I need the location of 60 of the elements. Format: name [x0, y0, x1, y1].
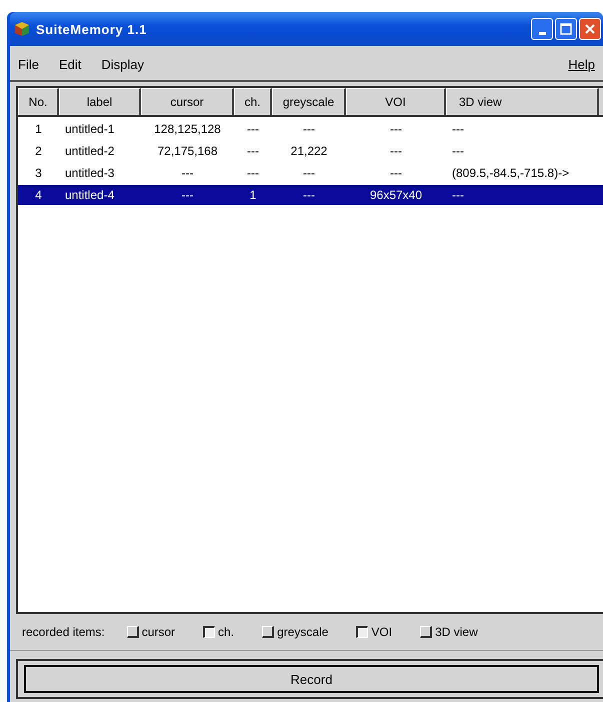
- recorded-items-label: recorded items:: [22, 625, 105, 639]
- maximize-icon: [560, 23, 572, 35]
- table-cell-text: ---: [302, 166, 316, 180]
- table-cell-text: ---: [389, 166, 403, 180]
- checkbox-option[interactable]: VOI: [356, 625, 392, 639]
- column-header[interactable]: ch.: [234, 88, 272, 115]
- table-cell-text: untitled-1: [64, 122, 116, 136]
- table-cell-text: untitled-2: [64, 144, 116, 158]
- column-header[interactable]: VOI: [346, 88, 446, 115]
- checkbox-option[interactable]: cursor: [126, 625, 176, 639]
- table-cell-text: untitled-3: [64, 166, 116, 180]
- table-cell-text: 2: [34, 144, 43, 158]
- menu-item[interactable]: Display: [101, 56, 144, 72]
- table-cell-text: ---: [246, 122, 260, 136]
- table-row[interactable]: 2 untitled-2 72,175,168 --- 21,222 --- ---: [18, 141, 603, 161]
- close-icon: [584, 23, 596, 35]
- table-cell-text: ---: [451, 122, 465, 136]
- menu-item[interactable]: Edit: [58, 56, 82, 72]
- checkbox-option[interactable]: ch.: [203, 625, 234, 639]
- window-title: SuiteMemory 1.1: [36, 22, 147, 36]
- table-cell-text: ---: [180, 188, 194, 202]
- table-cell-text: ---: [302, 188, 316, 202]
- column-header[interactable]: cursor: [141, 88, 234, 115]
- table-cell-text: ---: [302, 122, 316, 136]
- table-cell-text: 1: [248, 188, 258, 202]
- checkbox[interactable]: [356, 626, 368, 638]
- table-cell-text: ---: [180, 166, 194, 180]
- table-row[interactable]: 3 untitled-3 --- --- --- --- (809.5,-84.5,-715.8)->: [18, 163, 603, 183]
- table-cell-text: 96x57x40: [368, 188, 424, 202]
- table-cell-text: 21,222: [290, 144, 328, 158]
- table-cell-text: 3: [34, 166, 43, 180]
- table-cell-text: ---: [451, 188, 465, 202]
- minimize-button[interactable]: [531, 18, 553, 40]
- table-cell-text: (809.5,-84.5,-715.8)->: [451, 166, 570, 180]
- checkbox-option[interactable]: 3D view: [420, 625, 478, 639]
- table-cell-text: ---: [246, 144, 260, 158]
- cube-icon: [14, 21, 30, 37]
- menu-item[interactable]: File: [18, 56, 39, 72]
- column-header[interactable]: label: [59, 88, 141, 115]
- table-cell-text: ---: [389, 122, 403, 136]
- checkbox[interactable]: [203, 626, 216, 638]
- table-cell-text: 4: [34, 188, 43, 202]
- maximize-button[interactable]: [555, 18, 577, 40]
- table-cell-text: ---: [389, 144, 403, 158]
- table-cell-text: untitled-4: [64, 188, 116, 202]
- column-header[interactable]: greyscale: [272, 88, 346, 115]
- checkbox-option[interactable]: greyscale: [262, 625, 328, 639]
- table-cell-text: 1: [34, 122, 43, 136]
- table-cell-text: ---: [246, 166, 260, 180]
- column-header[interactable]: 3D view: [446, 88, 599, 115]
- column-header[interactable]: No.: [18, 88, 59, 115]
- table-cell-text: 72,175,168: [156, 144, 219, 158]
- menu-item[interactable]: Help: [568, 56, 595, 72]
- close-button[interactable]: [579, 18, 601, 40]
- table-cell-text: ---: [451, 144, 465, 158]
- record-button[interactable]: Record: [24, 665, 599, 693]
- table-cell-text: 128,125,128: [153, 122, 222, 136]
- table-row[interactable]: 4 untitled-4 --- 1 --- 96x57x40 ---: [18, 185, 603, 205]
- table-row[interactable]: 1 untitled-1 128,125,128 --- --- --- ---: [18, 119, 603, 139]
- minimize-icon: [538, 32, 546, 34]
